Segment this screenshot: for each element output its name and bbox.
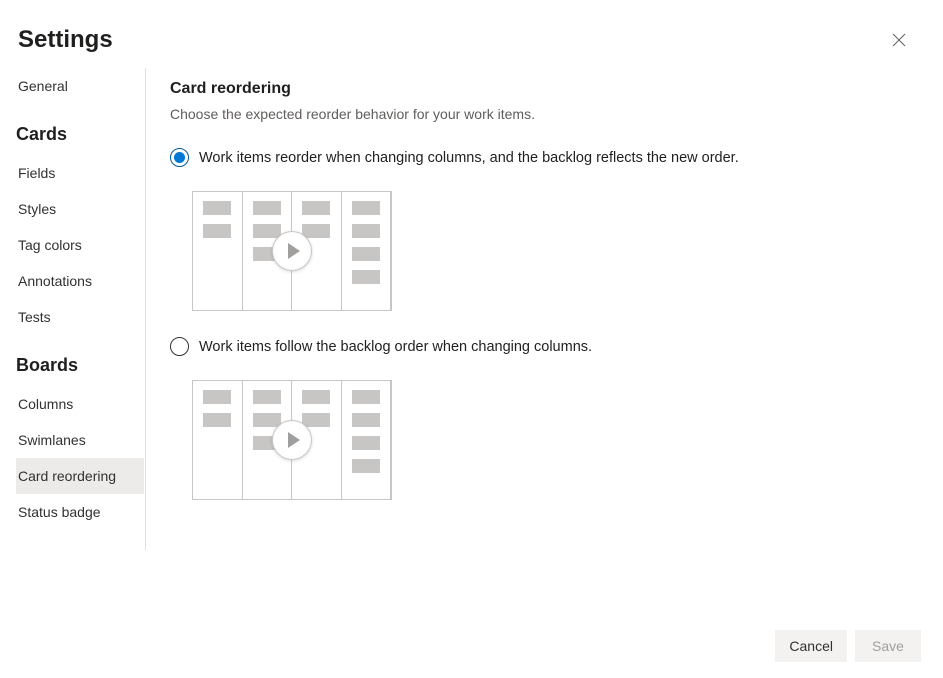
preview-card <box>352 201 380 215</box>
option-label: Work items follow the backlog order when… <box>199 339 592 355</box>
reorder-option[interactable]: Work items reorder when changing columns… <box>170 148 943 167</box>
sidebar-item[interactable]: Tests <box>16 299 144 335</box>
preview-column <box>193 192 243 310</box>
play-icon[interactable] <box>272 231 312 271</box>
sidebar-item[interactable]: Styles <box>16 191 144 227</box>
reorder-preview <box>192 380 392 500</box>
sidebar-item[interactable]: Status badge <box>16 494 144 530</box>
preview-card <box>352 390 380 404</box>
preview-card <box>302 413 330 427</box>
sidebar-item[interactable]: Annotations <box>16 263 144 299</box>
panel-footer: Cancel Save <box>775 630 921 662</box>
preview-card <box>352 224 380 238</box>
reorder-preview <box>192 191 392 311</box>
sidebar-item[interactable]: Card reordering <box>16 458 144 494</box>
panel-header: Settings <box>0 0 943 68</box>
preview-column <box>342 381 392 499</box>
section-title: Card reordering <box>170 80 943 98</box>
sidebar-item[interactable]: Swimlanes <box>16 422 144 458</box>
sidebar-item[interactable]: Columns <box>16 386 144 422</box>
main-panel: Card reordering Choose the expected reor… <box>146 68 943 550</box>
sidebar-item[interactable]: Tag colors <box>16 227 144 263</box>
preview-card <box>352 247 380 261</box>
sidebar-item[interactable]: General <box>16 68 144 104</box>
options-container: Work items reorder when changing columns… <box>170 148 943 500</box>
preview-card <box>203 390 231 404</box>
preview-card <box>253 224 281 238</box>
content: GeneralCardsFieldsStylesTag colorsAnnota… <box>0 68 943 550</box>
cancel-button[interactable]: Cancel <box>775 630 847 662</box>
preview-card <box>253 201 281 215</box>
sidebar-section-title: Cards <box>16 104 145 155</box>
sidebar-item[interactable]: Fields <box>16 155 144 191</box>
close-icon <box>892 33 906 47</box>
preview-card <box>352 459 380 473</box>
preview-card <box>253 413 281 427</box>
radio-button[interactable] <box>170 337 189 356</box>
preview-card <box>352 436 380 450</box>
preview-column <box>342 192 392 310</box>
reorder-option[interactable]: Work items follow the backlog order when… <box>170 337 943 356</box>
preview-column <box>193 381 243 499</box>
preview-card <box>203 413 231 427</box>
preview-card <box>203 224 231 238</box>
preview-card <box>253 390 281 404</box>
settings-sidebar: GeneralCardsFieldsStylesTag colorsAnnota… <box>16 68 146 550</box>
preview-card <box>302 201 330 215</box>
option-label: Work items reorder when changing columns… <box>199 150 739 166</box>
section-subtitle: Choose the expected reorder behavior for… <box>170 106 943 122</box>
preview-card <box>203 201 231 215</box>
close-button[interactable] <box>883 24 915 56</box>
preview-card <box>352 413 380 427</box>
preview-card <box>302 224 330 238</box>
sidebar-section-title: Boards <box>16 335 145 386</box>
play-icon[interactable] <box>272 420 312 460</box>
page-title: Settings <box>18 26 113 54</box>
save-button[interactable]: Save <box>855 630 921 662</box>
preview-card <box>302 390 330 404</box>
radio-button[interactable] <box>170 148 189 167</box>
preview-card <box>352 270 380 284</box>
